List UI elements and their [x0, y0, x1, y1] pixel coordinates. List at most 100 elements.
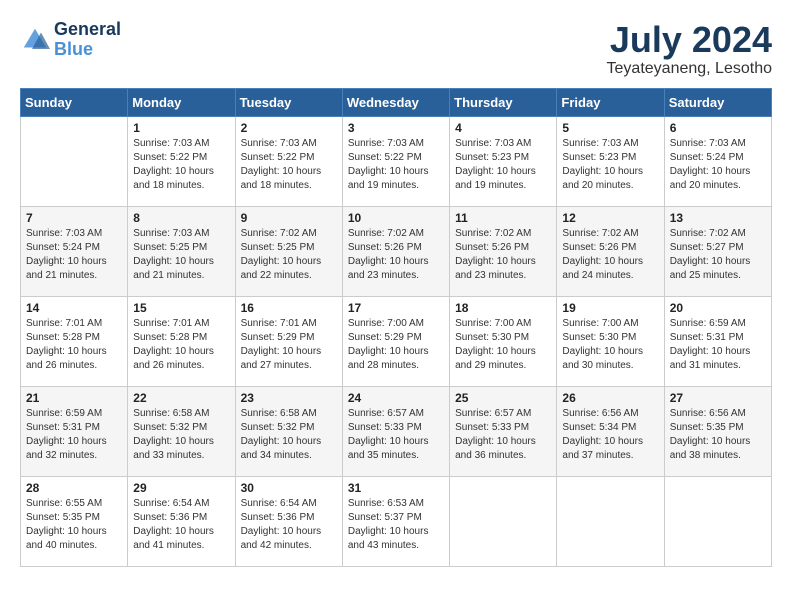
calendar-cell: 24 Sunrise: 6:57 AM Sunset: 5:33 PM Dayli… — [342, 386, 449, 476]
week-row-3: 14Sunrise: 7:01 AM Sunset: 5:28 PM Dayli… — [21, 296, 772, 386]
calendar-table: SundayMondayTuesdayWednesdayThursdayFrid… — [20, 88, 772, 567]
calendar-cell: 15 Sunrise: 7:01 AM Sunset: 5:28 PM Dayli… — [128, 296, 235, 386]
day-number: 3 — [348, 121, 444, 135]
calendar-cell: 16 Sunrise: 7:01 AM Sunset: 5:29 PM Dayli… — [235, 296, 342, 386]
calendar-cell — [450, 476, 557, 566]
day-info: Sunrise: 7:03 AM Sunset: 5:23 PM Dayligh… — [455, 137, 551, 193]
logo-text: General Blue — [54, 20, 121, 60]
calendar-cell: 28 Sunrise: 6:55 AM Sunset: 5:35 PM Dayli… — [21, 476, 128, 566]
week-row-2: 7Sunrise: 7:03 AM Sunset: 5:24 PM Daylig… — [21, 206, 772, 296]
day-number: 11 — [455, 211, 551, 225]
weekday-header-saturday: Saturday — [664, 88, 771, 116]
day-info: Sunrise: 7:00 AM Sunset: 5:30 PM Dayligh… — [455, 317, 551, 373]
day-info: Sunrise: 7:03 AM Sunset: 5:23 PM Dayligh… — [562, 137, 658, 193]
calendar-cell: 31 Sunrise: 6:53 AM Sunset: 5:37 PM Dayli… — [342, 476, 449, 566]
day-number: 8 — [133, 211, 229, 225]
day-number: 9 — [241, 211, 337, 225]
day-info: Sunrise: 7:02 AM Sunset: 5:27 PM Dayligh… — [670, 227, 766, 283]
logo: General Blue — [20, 20, 121, 60]
day-info: Sunrise: 7:03 AM Sunset: 5:22 PM Dayligh… — [241, 137, 337, 193]
day-number: 12 — [562, 211, 658, 225]
day-info: Sunrise: 6:59 AM Sunset: 5:31 PM Dayligh… — [26, 407, 122, 463]
weekday-header-tuesday: Tuesday — [235, 88, 342, 116]
calendar-cell: 13 Sunrise: 7:02 AM Sunset: 5:27 PM Dayli… — [664, 206, 771, 296]
day-info: Sunrise: 7:03 AM Sunset: 5:24 PM Dayligh… — [670, 137, 766, 193]
weekday-header-wednesday: Wednesday — [342, 88, 449, 116]
calendar-cell — [557, 476, 664, 566]
day-info: Sunrise: 6:56 AM Sunset: 5:35 PM Dayligh… — [670, 407, 766, 463]
day-number: 29 — [133, 481, 229, 495]
title-block: July 2024 Teyateyaneng, Lesotho — [607, 20, 772, 78]
day-number: 15 — [133, 301, 229, 315]
day-info: Sunrise: 7:01 AM Sunset: 5:29 PM Dayligh… — [241, 317, 337, 373]
day-number: 10 — [348, 211, 444, 225]
day-number: 7 — [26, 211, 122, 225]
day-number: 22 — [133, 391, 229, 405]
day-info: Sunrise: 7:00 AM Sunset: 5:30 PM Dayligh… — [562, 317, 658, 373]
calendar-cell: 22 Sunrise: 6:58 AM Sunset: 5:32 PM Dayli… — [128, 386, 235, 476]
calendar-cell: 12 Sunrise: 7:02 AM Sunset: 5:26 PM Dayli… — [557, 206, 664, 296]
day-number: 20 — [670, 301, 766, 315]
weekday-header-monday: Monday — [128, 88, 235, 116]
day-number: 1 — [133, 121, 229, 135]
calendar-cell: 19 Sunrise: 7:00 AM Sunset: 5:30 PM Dayli… — [557, 296, 664, 386]
weekday-header-sunday: Sunday — [21, 88, 128, 116]
day-number: 16 — [241, 301, 337, 315]
day-number: 30 — [241, 481, 337, 495]
day-info: Sunrise: 7:03 AM Sunset: 5:25 PM Dayligh… — [133, 227, 229, 283]
day-info: Sunrise: 7:03 AM Sunset: 5:22 PM Dayligh… — [348, 137, 444, 193]
day-info: Sunrise: 6:58 AM Sunset: 5:32 PM Dayligh… — [133, 407, 229, 463]
day-info: Sunrise: 7:02 AM Sunset: 5:25 PM Dayligh… — [241, 227, 337, 283]
page-header: General Blue July 2024 Teyateyaneng, Les… — [20, 20, 772, 78]
day-info: Sunrise: 7:02 AM Sunset: 5:26 PM Dayligh… — [455, 227, 551, 283]
week-row-4: 21 Sunrise: 6:59 AM Sunset: 5:31 PM Dayli… — [21, 386, 772, 476]
weekday-header-thursday: Thursday — [450, 88, 557, 116]
day-info: Sunrise: 6:54 AM Sunset: 5:36 PM Dayligh… — [241, 497, 337, 553]
location-title: Teyateyaneng, Lesotho — [607, 60, 772, 78]
day-number: 24 — [348, 391, 444, 405]
calendar-cell — [664, 476, 771, 566]
calendar-cell — [21, 116, 128, 206]
calendar-cell: 5 Sunrise: 7:03 AM Sunset: 5:23 PM Daylig… — [557, 116, 664, 206]
calendar-cell: 7Sunrise: 7:03 AM Sunset: 5:24 PM Daylig… — [21, 206, 128, 296]
day-info: Sunrise: 6:57 AM Sunset: 5:33 PM Dayligh… — [348, 407, 444, 463]
logo-icon — [20, 25, 50, 55]
calendar-cell: 26 Sunrise: 6:56 AM Sunset: 5:34 PM Dayli… — [557, 386, 664, 476]
week-row-1: 1 Sunrise: 7:03 AM Sunset: 5:22 PM Daylig… — [21, 116, 772, 206]
calendar-cell: 4 Sunrise: 7:03 AM Sunset: 5:23 PM Daylig… — [450, 116, 557, 206]
day-info: Sunrise: 6:59 AM Sunset: 5:31 PM Dayligh… — [670, 317, 766, 373]
day-info: Sunrise: 7:02 AM Sunset: 5:26 PM Dayligh… — [348, 227, 444, 283]
week-row-5: 28 Sunrise: 6:55 AM Sunset: 5:35 PM Dayli… — [21, 476, 772, 566]
day-info: Sunrise: 6:58 AM Sunset: 5:32 PM Dayligh… — [241, 407, 337, 463]
day-number: 28 — [26, 481, 122, 495]
calendar-cell: 21 Sunrise: 6:59 AM Sunset: 5:31 PM Dayli… — [21, 386, 128, 476]
calendar-cell: 25Sunrise: 6:57 AM Sunset: 5:33 PM Dayli… — [450, 386, 557, 476]
calendar-cell: 10 Sunrise: 7:02 AM Sunset: 5:26 PM Dayli… — [342, 206, 449, 296]
day-number: 19 — [562, 301, 658, 315]
calendar-cell: 6 Sunrise: 7:03 AM Sunset: 5:24 PM Daylig… — [664, 116, 771, 206]
day-info: Sunrise: 7:01 AM Sunset: 5:28 PM Dayligh… — [26, 317, 122, 373]
day-info: Sunrise: 7:02 AM Sunset: 5:26 PM Dayligh… — [562, 227, 658, 283]
weekday-header-friday: Friday — [557, 88, 664, 116]
day-info: Sunrise: 7:00 AM Sunset: 5:29 PM Dayligh… — [348, 317, 444, 373]
weekday-header-row: SundayMondayTuesdayWednesdayThursdayFrid… — [21, 88, 772, 116]
calendar-cell: 17Sunrise: 7:00 AM Sunset: 5:29 PM Dayli… — [342, 296, 449, 386]
day-number: 5 — [562, 121, 658, 135]
calendar-cell: 23Sunrise: 6:58 AM Sunset: 5:32 PM Dayli… — [235, 386, 342, 476]
calendar-cell: 1Sunrise: 7:03 AM Sunset: 5:22 PM Daylig… — [128, 116, 235, 206]
day-info: Sunrise: 6:53 AM Sunset: 5:37 PM Dayligh… — [348, 497, 444, 553]
day-number: 4 — [455, 121, 551, 135]
day-info: Sunrise: 6:57 AM Sunset: 5:33 PM Dayligh… — [455, 407, 551, 463]
day-number: 31 — [348, 481, 444, 495]
day-number: 26 — [562, 391, 658, 405]
day-number: 13 — [670, 211, 766, 225]
day-number: 21 — [26, 391, 122, 405]
day-info: Sunrise: 6:56 AM Sunset: 5:34 PM Dayligh… — [562, 407, 658, 463]
day-number: 6 — [670, 121, 766, 135]
calendar-cell: 9 Sunrise: 7:02 AM Sunset: 5:25 PM Daylig… — [235, 206, 342, 296]
day-info: Sunrise: 7:01 AM Sunset: 5:28 PM Dayligh… — [133, 317, 229, 373]
day-info: Sunrise: 6:55 AM Sunset: 5:35 PM Dayligh… — [26, 497, 122, 553]
month-title: July 2024 — [607, 20, 772, 60]
calendar-cell: 30 Sunrise: 6:54 AM Sunset: 5:36 PM Dayli… — [235, 476, 342, 566]
calendar-cell: 8 Sunrise: 7:03 AM Sunset: 5:25 PM Daylig… — [128, 206, 235, 296]
